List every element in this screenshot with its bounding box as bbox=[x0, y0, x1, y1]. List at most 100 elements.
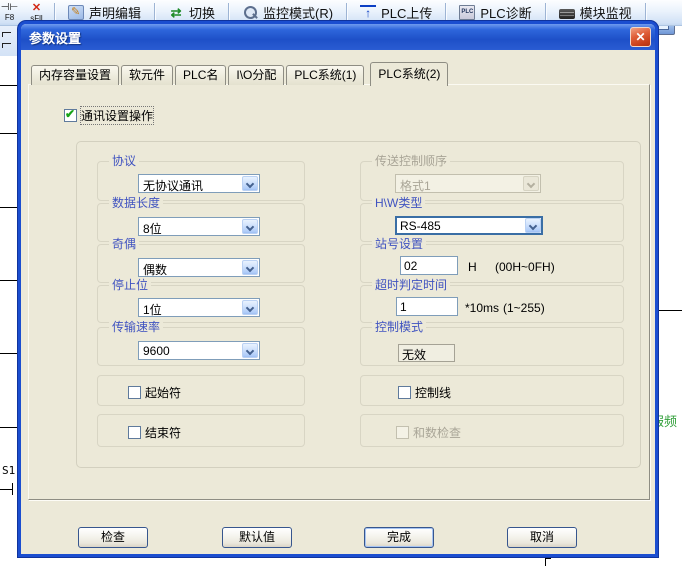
ladder-rung-line bbox=[0, 207, 19, 208]
transfer-control-group: 传送控制顺序 格式1 bbox=[360, 161, 624, 201]
ladder-contact-icon: ⊣⊢ bbox=[1, 3, 18, 13]
toolbar-separator bbox=[154, 3, 155, 22]
timeout-label: 超时判定时间 bbox=[372, 278, 450, 292]
ladder-rung-line bbox=[0, 427, 19, 428]
toolbar-separator bbox=[54, 3, 55, 22]
protocol-select[interactable]: 无协议通讯 bbox=[138, 174, 260, 193]
ladder-rung-line bbox=[657, 310, 682, 311]
stop-bit-label: 停止位 bbox=[109, 278, 151, 292]
cancel-button[interactable]: 取消 bbox=[507, 527, 577, 548]
tab-strip: 内存容量设置 软元件 PLC名 I\O分配 PLC系统(1) PLC系统(2) bbox=[31, 61, 450, 85]
stop-bit-group: 停止位 1位 bbox=[97, 285, 305, 323]
toolbar-separator bbox=[545, 3, 546, 22]
station-number-input[interactable] bbox=[400, 256, 458, 275]
start-char-checkbox[interactable] bbox=[128, 386, 141, 399]
sum-check-label: 和数检查 bbox=[413, 424, 461, 441]
chevron-down-icon[interactable] bbox=[242, 300, 258, 315]
ladder-contact-button[interactable]: ⊣⊢ F8 bbox=[0, 0, 23, 25]
stop-bit-select[interactable]: 1位 bbox=[138, 298, 260, 317]
toolbar-separator bbox=[645, 3, 646, 22]
end-char-label[interactable]: 结束符 bbox=[145, 424, 181, 441]
transfer-control-select: 格式1 bbox=[395, 174, 541, 193]
hw-type-label: H\W类型 bbox=[372, 196, 425, 210]
tab-plc-system-2[interactable]: PLC系统(2) bbox=[370, 62, 448, 86]
toolbar-separator bbox=[346, 3, 347, 22]
ladder-device-label: S1 bbox=[2, 464, 15, 477]
hw-type-select[interactable]: RS-485 bbox=[395, 216, 543, 235]
close-button[interactable]: ✕ bbox=[630, 27, 651, 47]
close-icon: ✕ bbox=[635, 30, 645, 44]
plc-diagnostics-icon: PLC bbox=[459, 5, 475, 20]
chevron-down-icon[interactable] bbox=[242, 219, 258, 234]
chevron-down-icon[interactable] bbox=[525, 218, 541, 233]
ladder-symbol-icon bbox=[2, 43, 11, 48]
screen: S1 服频 ⊣⊢ F8 ✕ sFll 声明编辑 ⇄ 切换 bbox=[0, 0, 682, 567]
ladder-symbol-icon bbox=[2, 32, 11, 37]
plc-upload-icon: ↑ bbox=[360, 5, 376, 20]
chevron-down-icon[interactable] bbox=[242, 260, 258, 275]
control-mode-label: 控制模式 bbox=[372, 320, 426, 334]
module-monitor-icon bbox=[559, 9, 575, 19]
end-char-checkbox[interactable] bbox=[128, 426, 141, 439]
check-icon: ✔ bbox=[65, 107, 75, 121]
comm-settings-checkbox-row: ✔ 通讯设置操作 bbox=[64, 107, 153, 124]
parameter-settings-dialog: 参数设置 ✕ 内存容量设置 软元件 PLC名 I\O分配 PLC系统(1) PL… bbox=[18, 21, 658, 557]
parity-label: 奇偶 bbox=[109, 237, 139, 251]
default-button[interactable]: 默认值 bbox=[222, 527, 292, 548]
toolbar-separator bbox=[445, 3, 446, 22]
tab-plc-name[interactable]: PLC名 bbox=[175, 65, 226, 85]
toolbar-separator bbox=[228, 3, 229, 22]
timeout-input[interactable] bbox=[396, 297, 458, 316]
chevron-down-icon bbox=[523, 176, 539, 191]
control-line-label[interactable]: 控制线 bbox=[415, 384, 451, 401]
data-length-label: 数据长度 bbox=[109, 196, 163, 210]
plc-system2-tab-page: ✔ 通讯设置操作 协议 无协议通讯 数据长度 bbox=[28, 84, 650, 500]
timeout-group: 超时判定时间 *10ms (1~255) bbox=[360, 285, 624, 323]
statement-edit-icon bbox=[68, 5, 84, 20]
sum-check-group: 和数检查 bbox=[360, 414, 624, 447]
station-number-label: 站号设置 bbox=[372, 237, 426, 251]
baud-rate-select[interactable]: 9600 bbox=[138, 341, 260, 360]
protocol-label: 协议 bbox=[109, 154, 139, 168]
control-line-checkbox[interactable] bbox=[398, 386, 411, 399]
tab-io-assignment[interactable]: I\O分配 bbox=[228, 65, 284, 85]
timeout-range-label: (1~255) bbox=[503, 301, 545, 315]
start-char-group: 起始符 bbox=[97, 375, 305, 406]
chevron-down-icon[interactable] bbox=[242, 343, 258, 358]
comm-settings-checkbox-label[interactable]: 通讯设置操作 bbox=[81, 107, 153, 124]
dialog-titlebar[interactable]: 参数设置 ✕ bbox=[21, 24, 655, 50]
control-line-group: 控制线 bbox=[360, 375, 624, 406]
tab-plc-system-1[interactable]: PLC系统(1) bbox=[286, 65, 364, 85]
ladder-rung-line bbox=[0, 353, 19, 354]
comm-settings-group: 协议 无协议通讯 数据长度 8位 奇偶 bbox=[76, 141, 641, 468]
protocol-group: 协议 无协议通讯 bbox=[97, 161, 305, 201]
timeout-unit-label: *10ms bbox=[465, 301, 499, 315]
station-unit-label: H bbox=[468, 260, 477, 274]
data-length-select[interactable]: 8位 bbox=[138, 217, 260, 236]
tab-devices[interactable]: 软元件 bbox=[121, 65, 173, 85]
transfer-control-label: 传送控制顺序 bbox=[372, 154, 450, 168]
ladder-rung-line bbox=[0, 280, 19, 281]
delete-icon: ✕ bbox=[32, 3, 41, 14]
control-mode-value: 无效 bbox=[398, 344, 455, 362]
baud-rate-group: 传输速率 9600 bbox=[97, 327, 305, 366]
chevron-down-icon[interactable] bbox=[242, 176, 258, 191]
dialog-client-area: 内存容量设置 软元件 PLC名 I\O分配 PLC系统(1) PLC系统(2) … bbox=[21, 50, 655, 554]
control-mode-group: 控制模式 无效 bbox=[360, 327, 624, 366]
check-button[interactable]: 检查 bbox=[78, 527, 148, 548]
parity-select[interactable]: 偶数 bbox=[138, 258, 260, 277]
monitor-mode-icon bbox=[242, 5, 258, 20]
end-char-group: 结束符 bbox=[97, 414, 305, 447]
secondary-toolbar-fragment bbox=[0, 26, 19, 56]
baud-rate-label: 传输速率 bbox=[109, 320, 163, 334]
start-char-label[interactable]: 起始符 bbox=[145, 384, 181, 401]
tab-memory-capacity[interactable]: 内存容量设置 bbox=[31, 65, 119, 85]
ladder-contact-shape bbox=[12, 483, 13, 495]
ladder-fragment bbox=[545, 558, 551, 566]
station-range-label: (00H~0FH) bbox=[495, 260, 555, 274]
dialog-title: 参数设置 bbox=[21, 28, 81, 47]
finish-button[interactable]: 完成 bbox=[364, 527, 434, 548]
switch-icon: ⇄ bbox=[168, 5, 184, 20]
ladder-rung-line bbox=[0, 85, 19, 86]
comm-settings-checkbox[interactable]: ✔ bbox=[64, 109, 77, 122]
